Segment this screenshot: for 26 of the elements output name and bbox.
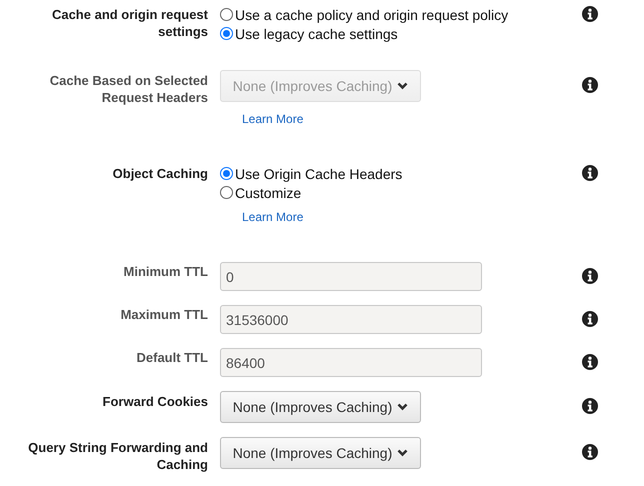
chevron-down-icon bbox=[397, 403, 408, 411]
chevron-down-icon bbox=[397, 449, 408, 457]
dropdown[interactable]: None (Improves Caching) bbox=[220, 437, 421, 469]
field-label: Minimum TTL bbox=[122, 263, 208, 280]
info-icon[interactable] bbox=[582, 398, 598, 414]
field-label: Cache Based on Selected Request Headers bbox=[48, 72, 208, 106]
info-icon[interactable] bbox=[582, 268, 598, 284]
learn-more-link[interactable]: Learn More bbox=[242, 210, 304, 224]
field-label: Maximum TTL bbox=[120, 306, 208, 323]
radio-option[interactable]: Use a cache policy and origin request policy bbox=[220, 5, 508, 24]
info-icon[interactable] bbox=[582, 444, 598, 460]
field-label: Query String Forwarding and Caching bbox=[27, 439, 208, 473]
radio-option[interactable]: Customize bbox=[220, 183, 302, 202]
radio-option[interactable]: Use legacy cache settings bbox=[220, 24, 398, 43]
field-label: Forward Cookies bbox=[102, 393, 208, 410]
field-label: Cache and origin request settings bbox=[50, 6, 208, 40]
radio-option[interactable]: Use Origin Cache Headers bbox=[220, 164, 402, 183]
field-label: Object Caching bbox=[112, 165, 208, 182]
dropdown[interactable]: None (Improves Caching) bbox=[220, 391, 421, 423]
info-icon[interactable] bbox=[582, 354, 598, 370]
chevron-down-icon bbox=[397, 82, 408, 90]
field-label: Default TTL bbox=[136, 349, 208, 366]
info-icon[interactable] bbox=[582, 311, 598, 327]
info-icon[interactable] bbox=[582, 77, 598, 93]
info-icon[interactable] bbox=[582, 165, 598, 181]
info-icon[interactable] bbox=[582, 6, 598, 22]
